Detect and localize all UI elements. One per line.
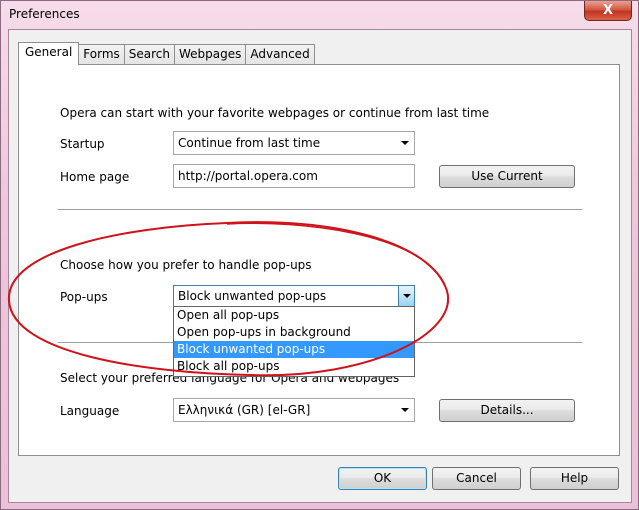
tab-search[interactable]: Search bbox=[123, 44, 176, 65]
section-divider bbox=[58, 209, 582, 211]
language-select[interactable]: Ελληνικά (GR) [el-GR] bbox=[173, 398, 415, 422]
general-panel: Opera can start with your favorite webpa… bbox=[18, 64, 620, 456]
cancel-button[interactable]: Cancel bbox=[432, 467, 521, 490]
startup-select-value: Continue from last time bbox=[178, 136, 321, 150]
startup-intro-text: Opera can start with your favorite webpa… bbox=[60, 106, 490, 120]
details-button[interactable]: Details... bbox=[439, 399, 575, 422]
close-icon: X bbox=[602, 3, 614, 18]
dialog-client: General Forms Search Webpages Advanced O… bbox=[8, 29, 632, 503]
chevron-down-icon bbox=[399, 132, 411, 154]
tab-forms[interactable]: Forms bbox=[78, 44, 125, 65]
language-select-value: Ελληνικά (GR) [el-GR] bbox=[178, 403, 311, 417]
list-item[interactable]: Block all pop-ups bbox=[174, 358, 414, 375]
list-item[interactable]: Block unwanted pop-ups bbox=[174, 341, 414, 358]
chevron-down-icon[interactable] bbox=[398, 286, 414, 306]
list-item[interactable]: Open all pop-ups bbox=[174, 307, 414, 324]
popups-intro-text: Choose how you prefer to handle pop-ups bbox=[60, 258, 312, 272]
use-current-button[interactable]: Use Current bbox=[439, 165, 575, 188]
popups-select-value: Block unwanted pop-ups bbox=[178, 289, 327, 303]
ok-button[interactable]: OK bbox=[338, 467, 427, 490]
list-item[interactable]: Open pop-ups in background bbox=[174, 324, 414, 341]
popups-label: Pop-ups bbox=[60, 290, 108, 304]
chevron-down-icon bbox=[399, 399, 411, 421]
language-label: Language bbox=[60, 404, 120, 418]
window-title: Preferences bbox=[9, 7, 80, 21]
startup-label: Startup bbox=[60, 137, 105, 151]
homepage-field-value: http://portal.opera.com bbox=[178, 169, 318, 183]
tab-webpages[interactable]: Webpages bbox=[174, 44, 247, 65]
preferences-window: Preferences X General Forms Search Webpa… bbox=[0, 0, 639, 510]
close-button[interactable]: X bbox=[584, 1, 632, 21]
popups-select[interactable]: Block unwanted pop-ups bbox=[173, 285, 415, 307]
startup-select[interactable]: Continue from last time bbox=[173, 131, 415, 155]
homepage-label: Home page bbox=[60, 170, 130, 184]
popups-dropdown-list: Open all pop-ups Open pop-ups in backgro… bbox=[173, 306, 415, 377]
homepage-field[interactable]: http://portal.opera.com bbox=[173, 164, 415, 188]
tab-strip: General Forms Search Webpages Advanced bbox=[18, 42, 315, 65]
title-bar[interactable]: Preferences X bbox=[1, 1, 638, 29]
tab-general[interactable]: General bbox=[18, 42, 80, 65]
help-button[interactable]: Help bbox=[530, 467, 619, 490]
tab-advanced[interactable]: Advanced bbox=[245, 44, 315, 65]
